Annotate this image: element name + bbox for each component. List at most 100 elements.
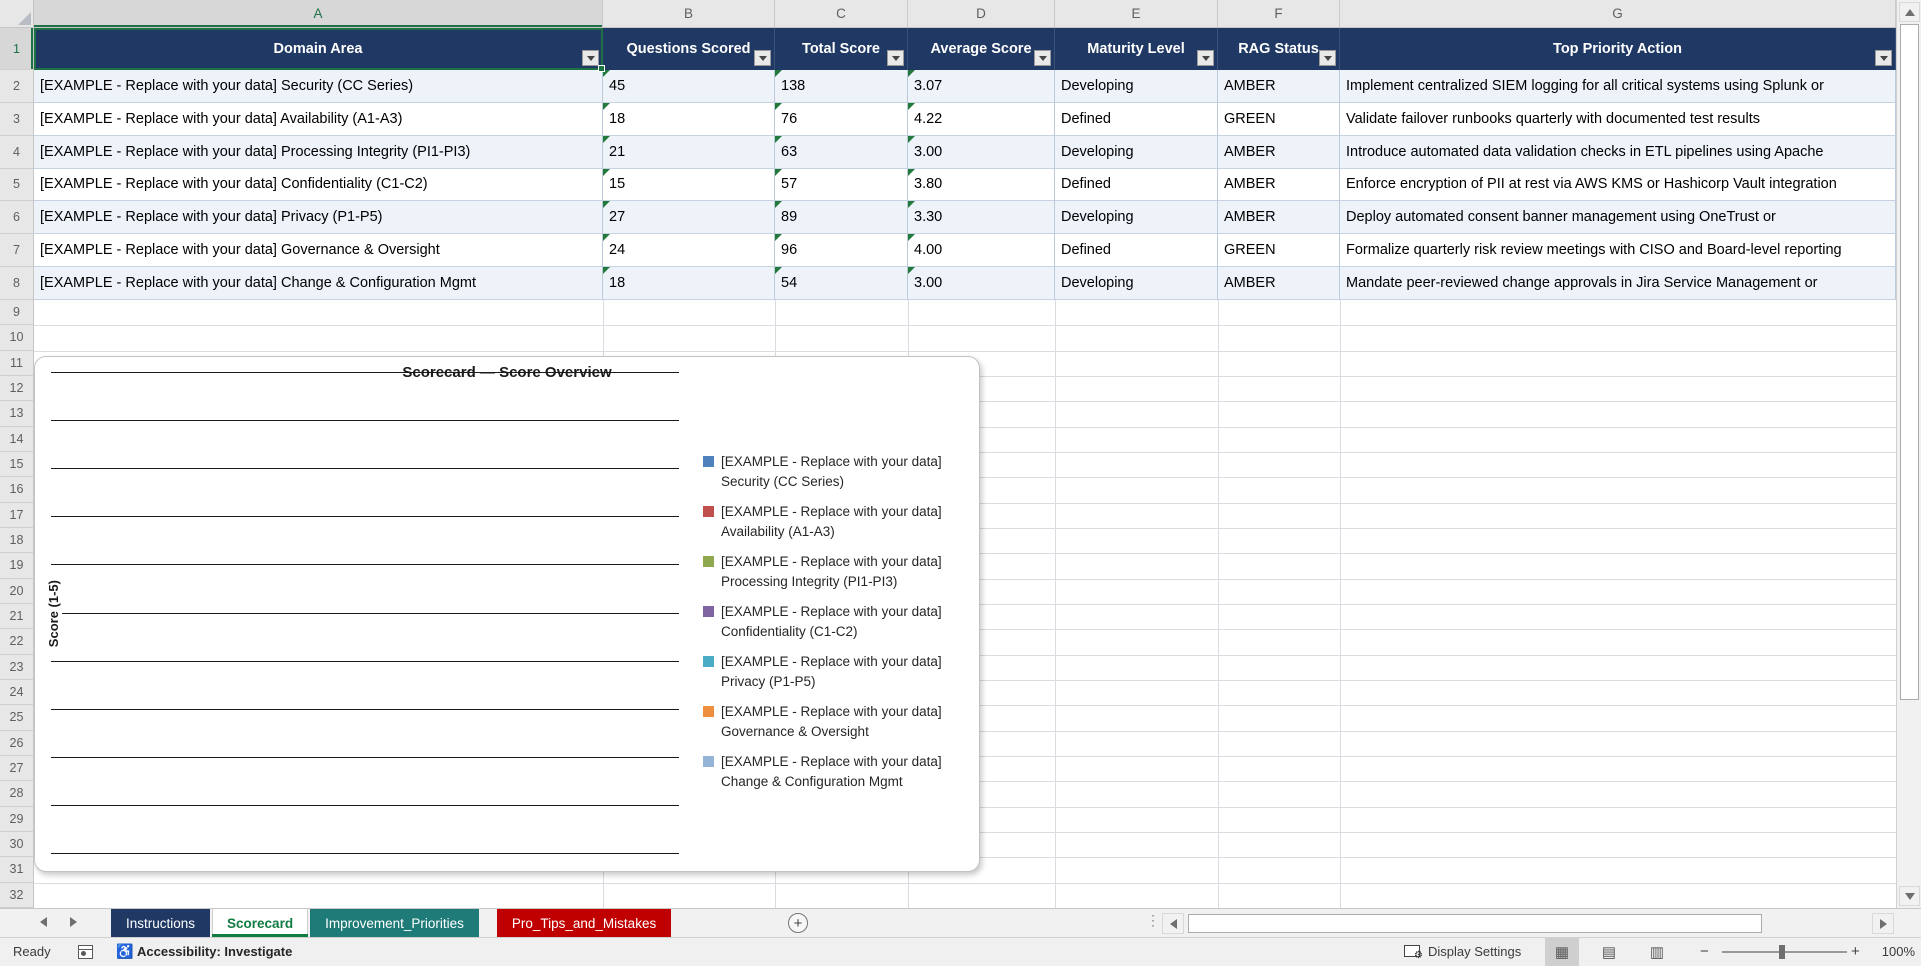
row-header-21[interactable]: 21 <box>0 604 33 630</box>
zoom-out-button[interactable]: − <box>1700 943 1709 960</box>
cell-B7[interactable]: 24 <box>603 234 775 268</box>
next-sheet-button[interactable] <box>70 917 77 927</box>
cell-D7[interactable]: 4.00 <box>908 234 1055 268</box>
column-header-c[interactable]: C <box>775 0 908 27</box>
cell-C2[interactable]: 138 <box>775 70 908 103</box>
cell-G6[interactable]: Deploy automated consent banner manageme… <box>1340 201 1896 235</box>
cell-C4[interactable]: 63 <box>775 135 908 169</box>
cell-F2[interactable]: AMBER <box>1218 70 1340 103</box>
legend-item[interactable]: [EXAMPLE - Replace with your data] Proces… <box>703 552 971 592</box>
row-header-18[interactable]: 18 <box>0 528 33 554</box>
cell-D4[interactable]: 3.00 <box>908 135 1055 169</box>
column-header-g[interactable]: G <box>1340 0 1896 27</box>
cell-E4[interactable]: Developing <box>1055 135 1218 169</box>
cell-G5[interactable]: Enforce encryption of PII at rest via AW… <box>1340 168 1896 202</box>
cell-E8[interactable]: Developing <box>1055 267 1218 300</box>
row-header-26[interactable]: 26 <box>0 731 33 756</box>
row-header-16[interactable]: 16 <box>0 477 33 503</box>
cell-F5[interactable]: AMBER <box>1218 168 1340 202</box>
cell-D8[interactable]: 3.00 <box>908 267 1055 300</box>
page-layout-view-button[interactable]: ▤ <box>1592 938 1626 966</box>
vertical-scrollbar[interactable] <box>1896 0 1921 908</box>
cell-G3[interactable]: Validate failover runbooks quarterly wit… <box>1340 102 1896 136</box>
row-header-7[interactable]: 7 <box>0 234 33 268</box>
cell-B2[interactable]: 45 <box>603 70 775 103</box>
filter-dropdown-button[interactable] <box>754 50 771 66</box>
column-header-d[interactable]: D <box>908 0 1055 27</box>
scroll-down-button[interactable] <box>1899 886 1920 906</box>
legend-item[interactable]: [EXAMPLE - Replace with your data] Securi… <box>703 452 971 492</box>
cell-D3[interactable]: 4.22 <box>908 102 1055 136</box>
row-header-8[interactable]: 8 <box>0 267 33 300</box>
cell-G8[interactable]: Mandate peer-reviewed change approvals i… <box>1340 267 1896 300</box>
row-header-11[interactable]: 11 <box>0 351 33 376</box>
row-header-27[interactable]: 27 <box>0 756 33 782</box>
row-header-6[interactable]: 6 <box>0 201 33 235</box>
cell-B3[interactable]: 18 <box>603 102 775 136</box>
cell-B4[interactable]: 21 <box>603 135 775 169</box>
filter-dropdown-button[interactable] <box>1875 50 1892 66</box>
accessibility-status[interactable]: Accessibility: Investigate <box>137 944 292 959</box>
zoom-in-button[interactable]: + <box>1851 943 1860 960</box>
cell-D2[interactable]: 3.07 <box>908 70 1055 103</box>
row-header-24[interactable]: 24 <box>0 680 33 706</box>
cell-G2[interactable]: Implement centralized SIEM logging for a… <box>1340 70 1896 103</box>
cell-F8[interactable]: AMBER <box>1218 267 1340 300</box>
vertical-scroll-thumb[interactable] <box>1900 24 1919 700</box>
row-header-13[interactable]: 13 <box>0 401 33 427</box>
cell-A8[interactable]: [EXAMPLE - Replace with your data] Chang… <box>34 267 603 300</box>
row-header-14[interactable]: 14 <box>0 427 33 452</box>
row-header-1[interactable]: 1 <box>0 28 33 70</box>
sheet-tab-improvement_priorities[interactable]: Improvement_Priorities <box>310 909 479 937</box>
cell-F7[interactable]: GREEN <box>1218 234 1340 268</box>
cell-E3[interactable]: Defined <box>1055 102 1218 136</box>
row-header-29[interactable]: 29 <box>0 807 33 832</box>
cell-A5[interactable]: [EXAMPLE - Replace with your data] Confi… <box>34 168 603 202</box>
legend-item[interactable]: [EXAMPLE - Replace with your data] Change… <box>703 752 971 792</box>
cell-A6[interactable]: [EXAMPLE - Replace with your data] Priva… <box>34 201 603 235</box>
cell-F4[interactable]: AMBER <box>1218 135 1340 169</box>
legend-item[interactable]: [EXAMPLE - Replace with your data] Confid… <box>703 602 971 642</box>
cell-B8[interactable]: 18 <box>603 267 775 300</box>
cell-C3[interactable]: 76 <box>775 102 908 136</box>
column-header-e[interactable]: E <box>1055 0 1218 27</box>
select-all-corner[interactable] <box>0 0 34 28</box>
row-header-32[interactable]: 32 <box>0 883 33 908</box>
row-header-25[interactable]: 25 <box>0 705 33 731</box>
cell-E6[interactable]: Developing <box>1055 201 1218 235</box>
cell-E7[interactable]: Defined <box>1055 234 1218 268</box>
cell-A2[interactable]: [EXAMPLE - Replace with your data] Secur… <box>34 70 603 103</box>
filter-dropdown-button[interactable] <box>1319 50 1336 66</box>
cell-D6[interactable]: 3.30 <box>908 201 1055 235</box>
sheet-grid[interactable]: Domain Area Questions Scored Total Score Av… <box>34 28 1896 908</box>
cell-F6[interactable]: AMBER <box>1218 201 1340 235</box>
row-header-15[interactable]: 15 <box>0 452 33 478</box>
cell-B5[interactable]: 15 <box>603 168 775 202</box>
column-header-a[interactable]: A <box>34 0 603 27</box>
cell-E5[interactable]: Defined <box>1055 168 1218 202</box>
cell-C8[interactable]: 54 <box>775 267 908 300</box>
row-header-17[interactable]: 17 <box>0 503 33 528</box>
zoom-level[interactable]: 100% <box>1875 944 1915 959</box>
cell-D5[interactable]: 3.80 <box>908 168 1055 202</box>
cell-F3[interactable]: GREEN <box>1218 102 1340 136</box>
row-header-30[interactable]: 30 <box>0 832 33 858</box>
cell-G4[interactable]: Introduce automated data validation chec… <box>1340 135 1896 169</box>
filter-dropdown-button[interactable] <box>1034 50 1051 66</box>
column-header-b[interactable]: B <box>603 0 775 27</box>
sheet-tab-instructions[interactable]: Instructions <box>111 909 211 937</box>
legend-item[interactable]: [EXAMPLE - Replace with your data] Privac… <box>703 652 971 692</box>
row-header-10[interactable]: 10 <box>0 325 33 351</box>
cell-E2[interactable]: Developing <box>1055 70 1218 103</box>
cell-C6[interactable]: 89 <box>775 201 908 235</box>
macro-record-icon[interactable] <box>78 945 93 959</box>
page-break-preview-button[interactable]: ▥ <box>1640 938 1674 966</box>
column-header-f[interactable]: F <box>1218 0 1340 27</box>
row-header-28[interactable]: 28 <box>0 781 33 807</box>
cell-C5[interactable]: 57 <box>775 168 908 202</box>
filter-dropdown-button[interactable] <box>1197 50 1214 66</box>
cell-B6[interactable]: 27 <box>603 201 775 235</box>
sheet-tab-pro_tips_and_mistakes[interactable]: Pro_Tips_and_Mistakes <box>496 909 672 937</box>
sheet-tab-scorecard[interactable]: Scorecard <box>212 909 309 937</box>
new-sheet-button[interactable]: + <box>788 913 808 933</box>
